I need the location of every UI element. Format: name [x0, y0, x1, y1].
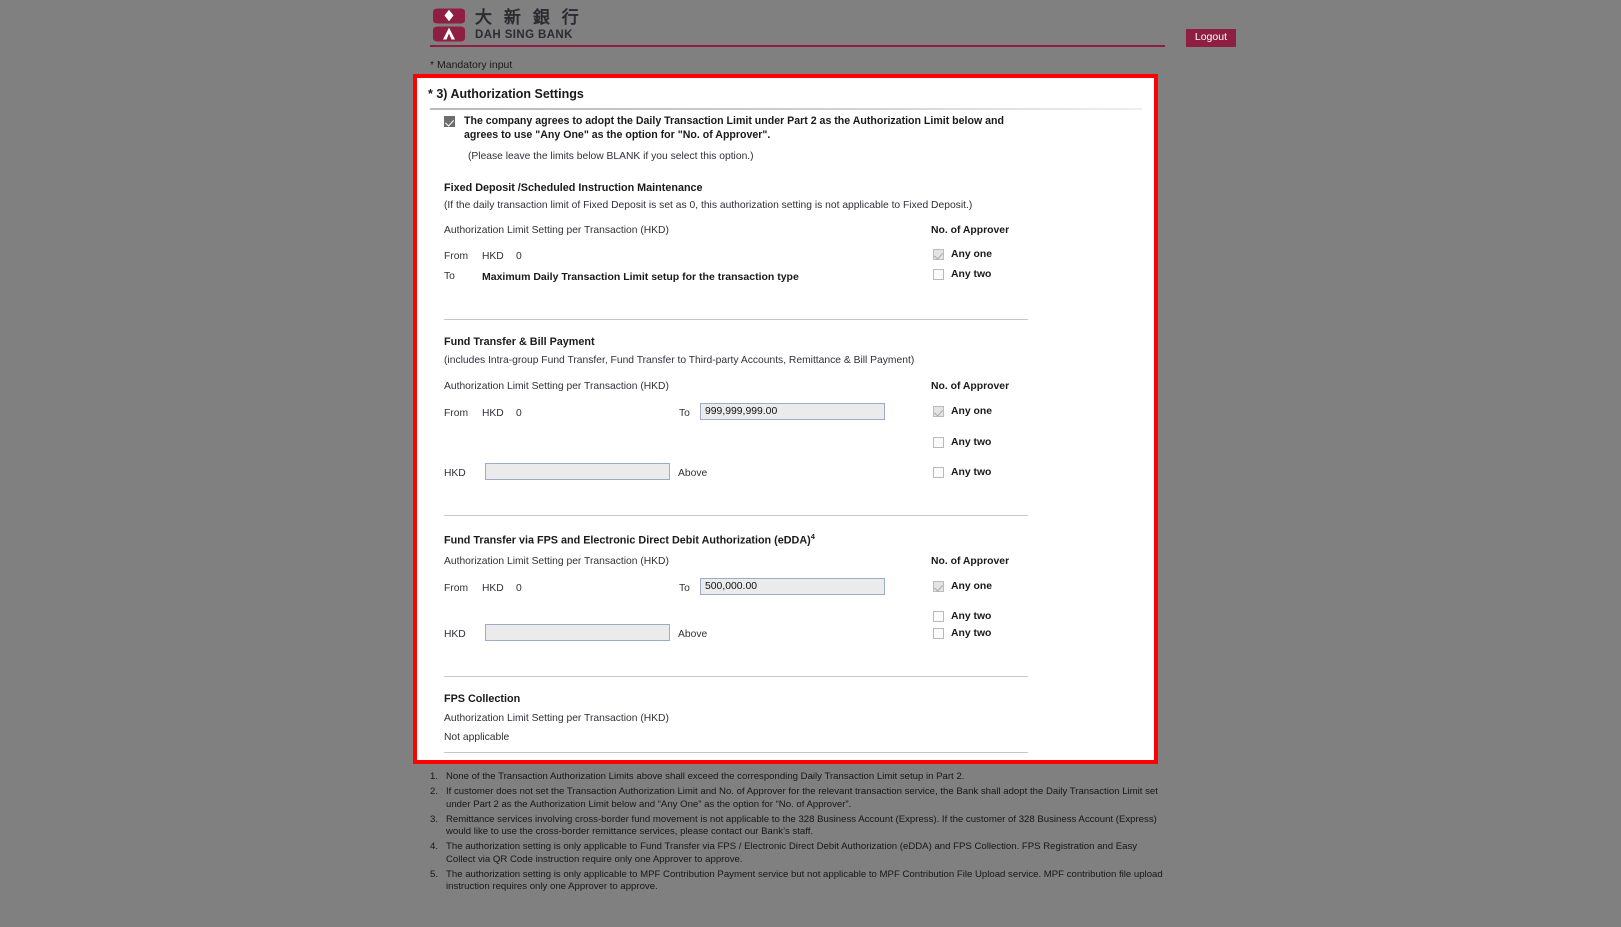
approver-any-two-fund-transfer[interactable]: Any two [933, 437, 991, 448]
mandatory-input-note: * Mandatory input [430, 59, 513, 71]
limit-header-fund-transfer: Authorization Limit Setting per Transact… [444, 381, 669, 392]
not-applicable-fps-collection: Not applicable [444, 732, 510, 743]
any-two-above-checkbox-fps-edda[interactable] [933, 628, 944, 639]
authorization-settings-card: * 3) Authorization Settings The company … [417, 78, 1154, 760]
highlighted-form-region: * 3) Authorization Settings The company … [413, 74, 1158, 764]
footnote-text: The authorization setting is only applic… [446, 841, 1138, 865]
approver-header-fps-edda: No. of Approver [931, 556, 1010, 567]
to-label-fund-transfer: To [679, 408, 690, 419]
block-title-fps-edda-footnote-marker: 4 [810, 532, 815, 541]
above-currency-fps-edda: HKD [444, 629, 466, 640]
footnote-text: None of the Transaction Authorization Li… [446, 771, 965, 782]
footnote-text: Remittance services involving cross-bord… [446, 813, 1157, 838]
footnote-number: 2. [430, 786, 439, 798]
logo-chinese-name: 大 新 銀 行 [475, 8, 582, 29]
block-subtitle-fund-transfer: (includes Intra-group Fund Transfer, Fun… [444, 355, 915, 366]
block-divider-4 [444, 752, 1028, 753]
footnote-number: 3. [430, 813, 439, 825]
to-amount-input-fund-transfer[interactable] [700, 403, 885, 420]
header-divider [430, 45, 1165, 47]
adopt-daily-limit-row[interactable]: The company agrees to adopt the Daily Tr… [444, 115, 1034, 143]
approver-header-fixed-deposit: No. of Approver [931, 225, 1010, 236]
from-currency-fixed-deposit: HKD [482, 251, 504, 262]
dah-sing-logo-icon [430, 8, 468, 44]
bank-logo: 大 新 銀 行 DAH SING BANK [430, 8, 582, 44]
approver-any-one-fps-edda[interactable]: Any one [933, 581, 992, 592]
title-divider [430, 108, 1142, 110]
limit-header-fps-edda: Authorization Limit Setting per Transact… [444, 556, 669, 567]
any-one-label-fps-edda: Any one [951, 581, 992, 592]
footnote-item: 5. The authorization setting is only app… [430, 869, 1165, 894]
approver-any-one-fixed-deposit[interactable]: Any one [933, 249, 992, 260]
any-one-label-fixed-deposit: Any one [951, 249, 992, 260]
block-divider-1 [444, 319, 1028, 320]
to-label-fps-edda: To [679, 583, 690, 594]
adopt-daily-limit-checkbox[interactable] [444, 116, 455, 127]
any-one-checkbox-fixed-deposit[interactable] [933, 249, 944, 260]
footnote-number: 4. [430, 841, 439, 853]
limit-header-fps-collection: Authorization Limit Setting per Transact… [444, 713, 669, 724]
approver-any-two-fixed-deposit[interactable]: Any two [933, 269, 991, 280]
any-two-label-fps-edda: Any two [951, 611, 992, 622]
approver-any-one-fund-transfer[interactable]: Any one [933, 406, 992, 417]
footnote-item: 1. None of the Transaction Authorization… [430, 771, 1165, 783]
footnote-text: If customer does not set the Transaction… [446, 786, 1158, 810]
any-two-checkbox-fps-edda[interactable] [933, 611, 944, 622]
form-content: The company agrees to adopt the Daily Tr… [430, 112, 1144, 760]
any-two-above-checkbox-fund-transfer[interactable] [933, 467, 944, 478]
footnotes-list: 1. None of the Transaction Authorization… [430, 771, 1165, 896]
approver-header-fund-transfer: No. of Approver [931, 381, 1010, 392]
approver-any-two-above-fund-transfer[interactable]: Any two [933, 467, 991, 478]
from-currency-fund-transfer: HKD [482, 408, 504, 419]
any-two-checkbox-fund-transfer[interactable] [933, 437, 944, 448]
block-title-fps-collection: FPS Collection [444, 693, 521, 705]
block-subtitle-fixed-deposit: (If the daily transaction limit of Fixed… [444, 200, 973, 211]
to-amount-input-fps-edda[interactable] [700, 578, 885, 595]
from-value-fps-edda: 0 [516, 583, 522, 594]
adopt-daily-limit-note: (Please leave the limits below BLANK if … [468, 151, 754, 162]
any-one-label-fund-transfer: Any one [951, 406, 992, 417]
footnote-item: 2. If customer does not set the Transact… [430, 786, 1165, 811]
limit-header-fixed-deposit: Authorization Limit Setting per Transact… [444, 225, 669, 236]
above-amount-input-fps-edda[interactable] [485, 624, 670, 641]
block-title-fund-transfer: Fund Transfer & Bill Payment [444, 336, 595, 348]
above-label-fps-edda: Above [678, 629, 708, 640]
from-value-fixed-deposit: 0 [516, 251, 522, 262]
footnote-item: 3. Remittance services involving cross-b… [430, 814, 1165, 839]
from-label-fixed-deposit: From [444, 251, 469, 262]
any-one-checkbox-fps-edda[interactable] [933, 581, 944, 592]
footnote-number: 1. [430, 771, 439, 782]
block-divider-3 [444, 676, 1028, 677]
adopt-daily-limit-label: The company agrees to adopt the Daily Tr… [464, 115, 1004, 141]
from-currency-fps-edda: HKD [482, 583, 504, 594]
logo-english-name: DAH SING BANK [475, 29, 573, 42]
from-label-fund-transfer: From [444, 408, 469, 419]
any-two-above-label-fps-edda: Any two [951, 628, 992, 639]
approver-any-two-above-fps-edda[interactable]: Any two [933, 628, 991, 639]
any-two-label-fund-transfer: Any two [951, 437, 992, 448]
logout-button[interactable]: Logout [1185, 29, 1236, 47]
any-one-checkbox-fund-transfer[interactable] [933, 406, 944, 417]
footnote-text: The authorization setting is only applic… [446, 868, 1163, 893]
from-value-fund-transfer: 0 [516, 408, 522, 419]
page-header: 大 新 銀 行 DAH SING BANK Logout [0, 0, 1621, 56]
block-divider-2 [444, 515, 1028, 516]
footnote-item: 4. The authorization setting is only app… [430, 841, 1165, 866]
page-title: * 3) Authorization Settings [428, 87, 584, 101]
to-static-text-fixed-deposit: Maximum Daily Transaction Limit setup fo… [482, 271, 799, 283]
to-label-fixed-deposit: To [444, 271, 455, 282]
above-currency-fund-transfer: HKD [444, 468, 466, 479]
any-two-above-label-fund-transfer: Any two [951, 467, 992, 478]
above-label-fund-transfer: Above [678, 468, 708, 479]
from-label-fps-edda: From [444, 583, 469, 594]
footnote-number: 5. [430, 868, 439, 880]
block-title-fps-edda: Fund Transfer via FPS and Electronic Dir… [444, 532, 815, 547]
any-two-checkbox-fixed-deposit[interactable] [933, 269, 944, 280]
any-two-label-fixed-deposit: Any two [951, 269, 992, 280]
block-title-fps-edda-text: Fund Transfer via FPS and Electronic Dir… [444, 534, 811, 547]
approver-any-two-fps-edda[interactable]: Any two [933, 611, 991, 622]
block-title-fixed-deposit: Fixed Deposit /Scheduled Instruction Mai… [444, 182, 703, 194]
above-amount-input-fund-transfer[interactable] [485, 463, 670, 480]
